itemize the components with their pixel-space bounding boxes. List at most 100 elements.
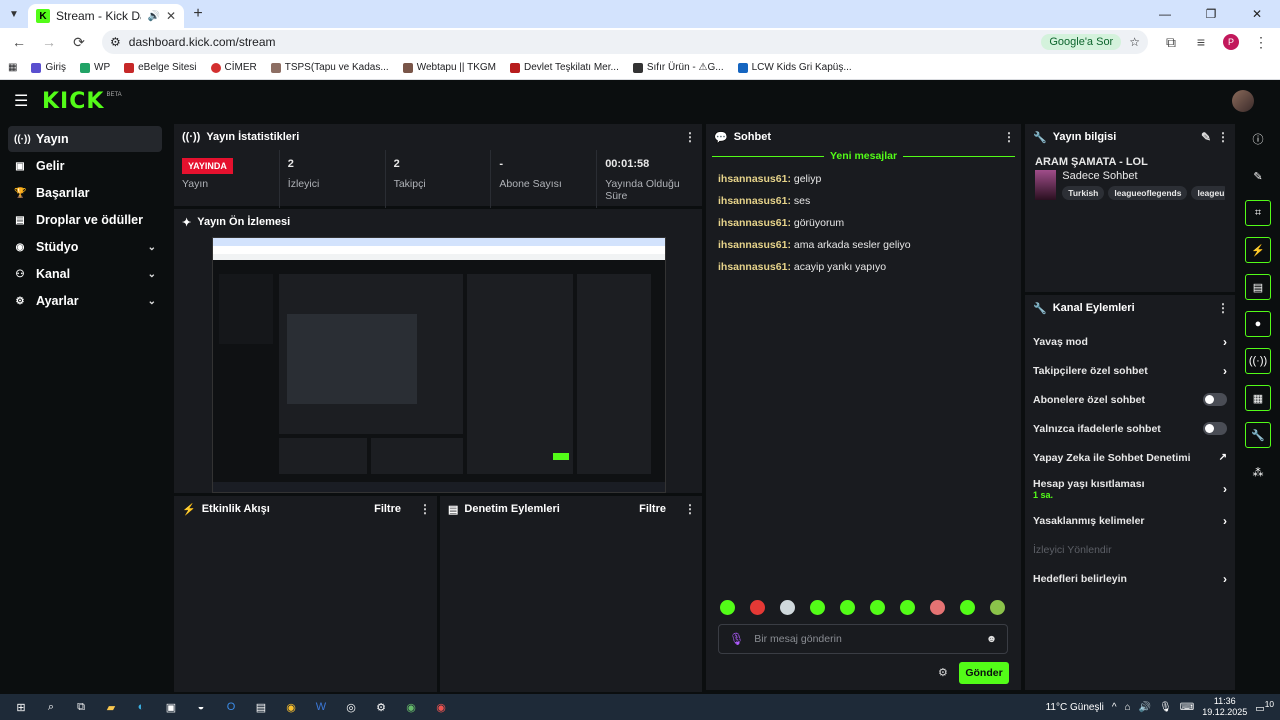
send-button[interactable]: Gönder <box>959 662 1009 684</box>
google-ask-button[interactable]: Google'a Sor <box>1041 34 1122 50</box>
bookmark-item[interactable]: eBelge Sitesi <box>124 62 197 73</box>
filter-button[interactable]: Filtre <box>639 503 666 515</box>
edit-icon[interactable]: ✎ <box>1201 130 1211 144</box>
profile-button[interactable]: P <box>1218 30 1244 54</box>
action-ai-moderation[interactable]: Yapay Zeka ile Sohbet Denetimi ↗ <box>1025 443 1235 472</box>
more-options-icon[interactable]: ⋮ <box>1217 301 1229 315</box>
clock[interactable]: 11:36 19.12.2025 <box>1202 696 1247 718</box>
sidebar-item-ayarlar[interactable]: ⚙ Ayarlar ⌄ <box>8 288 162 314</box>
edge-icon[interactable]: ◐ <box>129 697 153 717</box>
browser-tab[interactable]: K Stream - Kick Dashboard 🔊 ✕ <box>28 4 184 28</box>
lightning-icon[interactable]: ⚡ <box>1245 237 1271 263</box>
emote-icon[interactable] <box>930 600 945 615</box>
obs-icon[interactable]: ◎ <box>339 697 363 717</box>
chat-message[interactable]: ihsannasus61: acayip yankı yapıyo <box>706 256 1021 278</box>
emote-icon[interactable] <box>780 600 795 615</box>
emote-icon[interactable] <box>960 600 975 615</box>
chat-message[interactable]: ihsannasus61: geliyp <box>706 168 1021 190</box>
network-icon[interactable]: ⌂ <box>1125 702 1131 713</box>
shuffle-icon[interactable]: ⁂ <box>1245 459 1271 485</box>
document-icon[interactable]: ▤ <box>1245 274 1271 300</box>
bookmark-item[interactable]: LCW Kids Gri Kapüş... <box>737 62 852 73</box>
bookmark-item[interactable]: CİMER <box>210 62 257 73</box>
mic-tray-icon[interactable]: 🎙 <box>1159 702 1172 713</box>
emote-icon[interactable] <box>870 600 885 615</box>
url-input[interactable]: ⚙ dashboard.kick.com/stream Google'a Sor… <box>102 30 1148 54</box>
new-tab-button[interactable]: + <box>184 5 212 23</box>
edit-icon[interactable]: ✎ <box>1245 163 1271 189</box>
filter-button[interactable]: Filtre <box>374 503 401 515</box>
outlook-icon[interactable]: O <box>219 697 243 717</box>
media-icon[interactable]: ≡ <box>1188 30 1214 54</box>
stream-preview-video[interactable] <box>212 237 666 493</box>
bookmark-item[interactable]: Giriş <box>31 62 66 73</box>
action-set-goals[interactable]: Hedefleri belirleyin › <box>1025 564 1235 593</box>
back-button[interactable]: ← <box>6 30 32 54</box>
emote-icon[interactable] <box>840 600 855 615</box>
chat-message-input[interactable]: 🎙 Bir mesaj gönderin ☻ <box>718 624 1008 654</box>
sidebar-item-droplar[interactable]: ▤ Droplar ve ödüller <box>8 207 162 233</box>
clip-icon[interactable]: ⌗ <box>1245 200 1271 226</box>
action-emotes-only[interactable]: Yalnızca ifadelerle sohbet <box>1025 414 1235 443</box>
app-icon[interactable]: ◒ <box>189 697 213 717</box>
wrench-icon[interactable]: 🔧 <box>1245 422 1271 448</box>
task-view-icon[interactable]: ⧉ <box>69 697 93 717</box>
bookmark-item[interactable]: Webtapu || TKGM <box>402 62 496 73</box>
menu-icon[interactable]: ☰ <box>14 91 40 111</box>
tag-chip[interactable]: leageu <box>1191 186 1225 200</box>
chat-settings-icon[interactable]: ⚙ <box>938 666 948 679</box>
chrome-active-icon[interactable]: ◉ <box>429 697 453 717</box>
restore-button[interactable]: ❐ <box>1188 0 1234 28</box>
forward-button[interactable]: → <box>36 30 62 54</box>
subscribers-only-toggle[interactable] <box>1203 393 1227 406</box>
bookmark-item[interactable]: Devlet Teşkilatı Mer... <box>510 62 619 73</box>
chat-bubble-icon[interactable]: ● <box>1245 311 1271 337</box>
emote-icon[interactable] <box>900 600 915 615</box>
bookmark-item[interactable]: Sıfır Ürün - ⚠G... <box>632 62 724 73</box>
emote-icon[interactable] <box>750 600 765 615</box>
volume-icon[interactable]: 🔊 <box>1139 702 1151 713</box>
card-icon[interactable]: ▦ <box>1245 385 1271 411</box>
broadcast-icon[interactable]: ((·)) <box>1245 348 1271 374</box>
file-explorer-icon[interactable]: ▰ <box>99 697 123 717</box>
bookmark-star-icon[interactable]: ☆ <box>1129 35 1140 49</box>
bookmark-item[interactable]: WP <box>80 62 110 73</box>
apps-icon[interactable]: ▦ <box>8 62 17 73</box>
microphone-icon[interactable]: 🎙 <box>729 632 744 646</box>
speaker-icon[interactable]: 🔊 <box>147 11 159 22</box>
chrome-profile-icon[interactable]: ◉ <box>399 697 423 717</box>
keyboard-icon[interactable]: ⌨ <box>1180 702 1194 713</box>
sidebar-item-kanal[interactable]: ⚇ Kanal ⌄ <box>8 261 162 287</box>
sidebar-item-basarilar[interactable]: 🏆 Başarılar <box>8 180 162 206</box>
more-options-icon[interactable]: ⋮ <box>1217 130 1229 144</box>
action-banned-words[interactable]: Yasaklanmış kelimeler › <box>1025 506 1235 535</box>
weather-text[interactable]: 11°C Güneşli <box>1046 702 1104 713</box>
extensions-icon[interactable]: ⧉ <box>1158 30 1184 54</box>
info-icon[interactable]: ⓘ <box>1245 126 1271 152</box>
minimize-button[interactable]: — <box>1142 0 1188 28</box>
browser-menu-icon[interactable]: ⋮ <box>1248 30 1274 54</box>
more-options-icon[interactable]: ⋮ <box>684 130 696 144</box>
action-subscribers-only[interactable]: Abonelere özel sohbet <box>1025 385 1235 414</box>
chat-message[interactable]: ihsannasus61: ses <box>706 190 1021 212</box>
sidebar-item-yayin[interactable]: ((·)) Yayın <box>8 126 162 152</box>
close-tab-icon[interactable]: ✕ <box>166 9 176 23</box>
close-window-button[interactable]: ✕ <box>1234 0 1280 28</box>
emote-icon[interactable] <box>810 600 825 615</box>
more-options-icon[interactable]: ⋮ <box>1003 130 1015 144</box>
site-info-icon[interactable]: ⚙ <box>110 35 121 49</box>
chrome-icon[interactable]: ◉ <box>279 697 303 717</box>
chat-message[interactable]: ihsannasus61: ama arkada sesler geliyo <box>706 234 1021 256</box>
sidebar-item-gelir[interactable]: ▣ Gelir <box>8 153 162 179</box>
kick-logo[interactable]: KICK <box>42 89 104 114</box>
more-options-icon[interactable]: ⋮ <box>419 502 431 516</box>
bookmark-item[interactable]: TSPS(Tapu ve Kadas... <box>270 62 389 73</box>
chat-message[interactable]: ihsannasus61: görüyorum <box>706 212 1021 234</box>
chevron-up-icon[interactable]: ^ <box>1112 702 1117 713</box>
word-icon[interactable]: W <box>309 697 333 717</box>
tab-search-button[interactable]: ▼ <box>0 0 28 28</box>
calculator-icon[interactable]: ▤ <box>249 697 273 717</box>
action-account-age[interactable]: Hesap yaşı kısıtlaması 1 sa. › <box>1025 472 1235 506</box>
store-icon[interactable]: ▣ <box>159 697 183 717</box>
emote-icon[interactable] <box>720 600 735 615</box>
